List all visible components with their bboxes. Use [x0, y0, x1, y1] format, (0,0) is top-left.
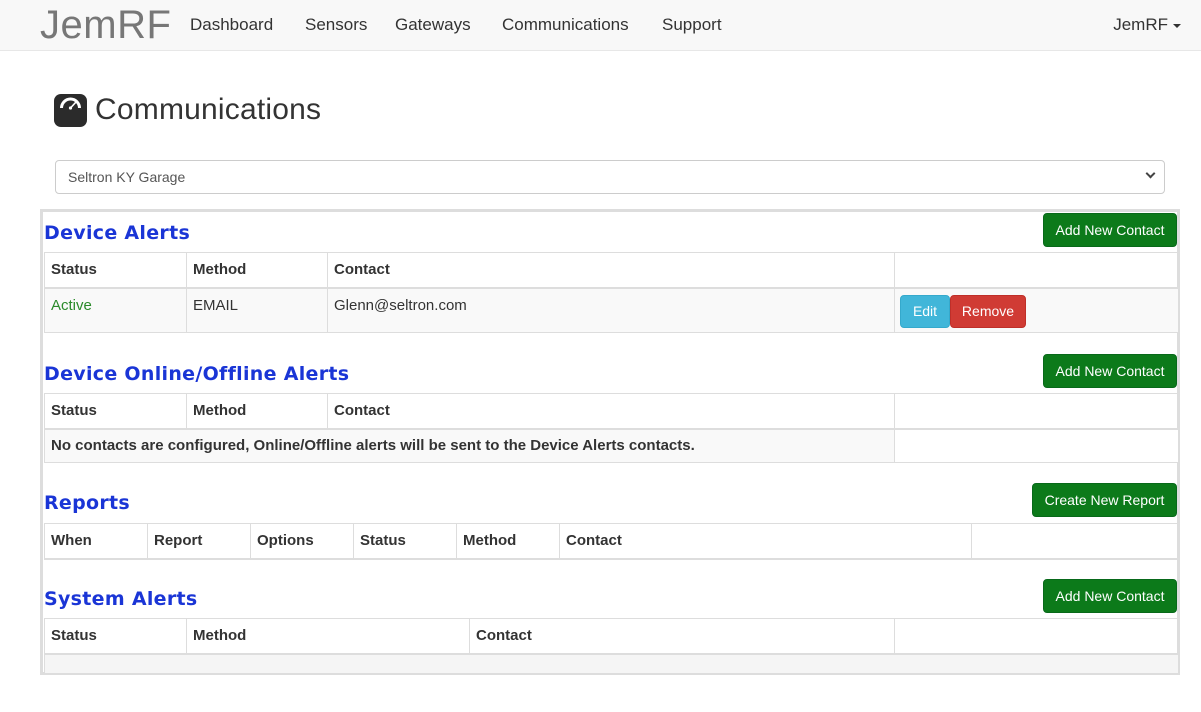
system-alerts-add-contact-button[interactable]: Add New Contact	[1043, 579, 1177, 613]
edit-button[interactable]: Edit	[900, 294, 950, 328]
nav-item-sensors[interactable]: Sensors	[305, 14, 367, 36]
table-header-row: Status Method Contact	[44, 618, 1179, 655]
method-cell: EMAIL	[186, 287, 328, 333]
column-header-status: Status	[44, 252, 187, 289]
device-alerts-title: Device Alerts	[44, 222, 191, 244]
site-select-value: Seltron KY Garage	[68, 169, 186, 185]
column-header-method: Method	[186, 393, 328, 430]
column-header-status: Status	[44, 393, 187, 430]
column-header-actions	[894, 393, 1179, 430]
column-header-method: Method	[456, 523, 560, 560]
dashboard-gauge-icon	[54, 93, 87, 127]
reports-table: When Report Options Status Method Contac…	[44, 523, 1179, 560]
column-header-contact: Contact	[327, 393, 895, 430]
system-alerts-title: System Alerts	[44, 588, 198, 610]
table-row: No contacts are configured, Online/Offli…	[44, 428, 1179, 463]
table-header-row: Status Method Contact	[44, 393, 1179, 430]
column-header-contact: Contact	[559, 523, 972, 560]
online-alerts-title: Device Online/Offline Alerts	[44, 363, 350, 385]
page-title-text: Communications	[95, 93, 322, 126]
column-header-report: Report	[147, 523, 251, 560]
user-menu[interactable]: JemRF	[1113, 14, 1181, 36]
nav-item-communications[interactable]: Communications	[502, 14, 629, 36]
actions-cell: Edit Remove	[894, 287, 1179, 333]
nav-item-dashboard[interactable]: Dashboard	[190, 14, 273, 36]
empty-table-row	[44, 653, 1179, 674]
empty-message: No contacts are configured, Online/Offli…	[44, 428, 895, 463]
online-alerts-table: Status Method Contact No contacts are co…	[44, 393, 1179, 463]
column-header-when: When	[44, 523, 148, 560]
navbar: JemRF Dashboard Sensors Gateways Communi…	[0, 0, 1201, 51]
column-header-options: Options	[250, 523, 354, 560]
online-alerts-add-contact-button[interactable]: Add New Contact	[1043, 354, 1177, 388]
column-header-method: Method	[186, 252, 328, 289]
table-header-row: Status Method Contact	[44, 252, 1179, 289]
column-header-actions	[894, 252, 1179, 289]
create-new-report-button[interactable]: Create New Report	[1032, 483, 1177, 517]
table-header-row: When Report Options Status Method Contac…	[44, 523, 1179, 560]
chevron-down-icon	[1145, 168, 1156, 179]
remove-button[interactable]: Remove	[950, 294, 1026, 328]
column-header-contact: Contact	[469, 618, 895, 655]
user-menu-label: JemRF	[1113, 15, 1168, 34]
column-header-status: Status	[353, 523, 457, 560]
brand-logo[interactable]: JemRF	[40, 3, 171, 47]
column-header-actions	[971, 523, 1179, 560]
device-alerts-table: Status Method Contact Active EMAIL Glenn…	[44, 252, 1179, 333]
empty-cell	[44, 653, 1179, 674]
empty-actions-cell	[894, 428, 1179, 463]
communications-panel: Device Alerts Add New Contact Status Met…	[40, 209, 1180, 675]
column-header-status: Status	[44, 618, 187, 655]
column-header-contact: Contact	[327, 252, 895, 289]
device-alerts-add-contact-button[interactable]: Add New Contact	[1043, 213, 1177, 247]
column-header-actions	[894, 618, 1179, 655]
table-row: Active EMAIL Glenn@seltron.com Edit Remo…	[44, 287, 1179, 333]
contact-cell: Glenn@seltron.com	[327, 287, 895, 333]
status-cell: Active	[44, 287, 187, 333]
nav-item-gateways[interactable]: Gateways	[395, 14, 471, 36]
system-alerts-table: Status Method Contact	[44, 618, 1179, 674]
column-header-method: Method	[186, 618, 470, 655]
site-select[interactable]: Seltron KY Garage	[55, 160, 1165, 194]
caret-down-icon	[1173, 23, 1181, 28]
nav-item-support[interactable]: Support	[662, 14, 722, 36]
reports-title: Reports	[44, 492, 131, 514]
page-title: Communications	[54, 90, 321, 130]
